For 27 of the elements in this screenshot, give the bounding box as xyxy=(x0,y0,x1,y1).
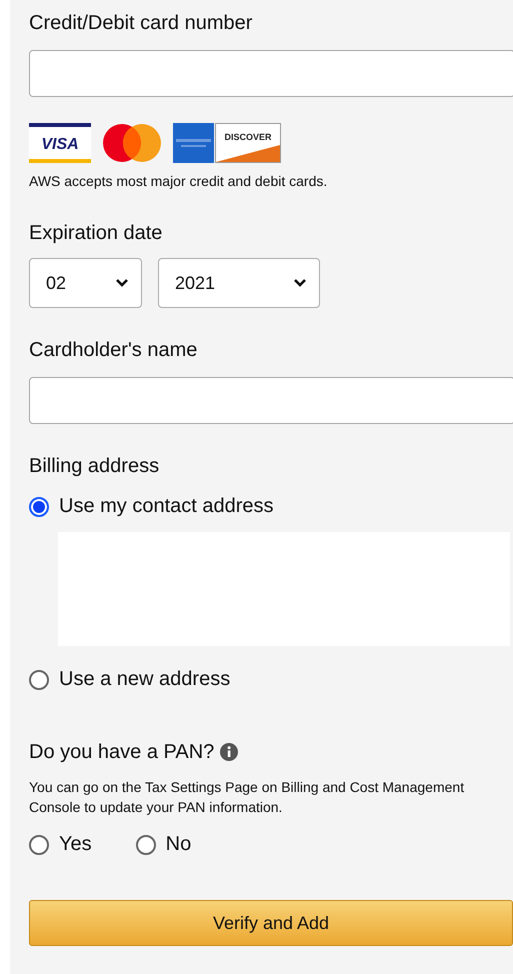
radio-label: Yes xyxy=(59,833,92,856)
cardholder-label: Cardholder's name xyxy=(29,338,198,363)
chevron-down-icon xyxy=(115,278,129,288)
verify-and-add-button[interactable]: Verify and Add xyxy=(29,900,513,946)
billing-label: Billing address xyxy=(29,454,160,479)
pan-question: Do you have a PAN? xyxy=(29,740,214,765)
year-select[interactable]: 2021 xyxy=(158,258,320,308)
info-icon[interactable] xyxy=(220,743,238,761)
card-number-label: Credit/Debit card number xyxy=(29,11,254,36)
radio-label: Use a new address xyxy=(59,668,230,691)
radio-button[interactable] xyxy=(136,834,156,854)
mastercard-logo xyxy=(101,123,163,163)
radio-label: No xyxy=(166,833,192,856)
radio-button[interactable] xyxy=(29,496,49,516)
radio-button[interactable] xyxy=(29,834,49,854)
card-number-field[interactable] xyxy=(29,50,513,97)
amex-logo xyxy=(173,123,214,163)
pan-info-text: You can go on the Tax Settings Page on Billing and Cost Management Console to update your PAN information. xyxy=(29,778,466,817)
radio-button[interactable] xyxy=(29,670,49,690)
expiration-label: Expiration date xyxy=(29,221,164,246)
cardholder-field[interactable] xyxy=(29,377,513,424)
discover-logo: DISCOVER xyxy=(215,123,281,163)
month-select[interactable]: 02 xyxy=(29,258,142,308)
radio-label: Use my contact address xyxy=(59,495,274,518)
accepted-cards-note: AWS accepts most major credit and debit cards. xyxy=(29,172,328,191)
chevron-down-icon xyxy=(293,278,307,288)
visa-logo: VISA xyxy=(29,123,91,163)
